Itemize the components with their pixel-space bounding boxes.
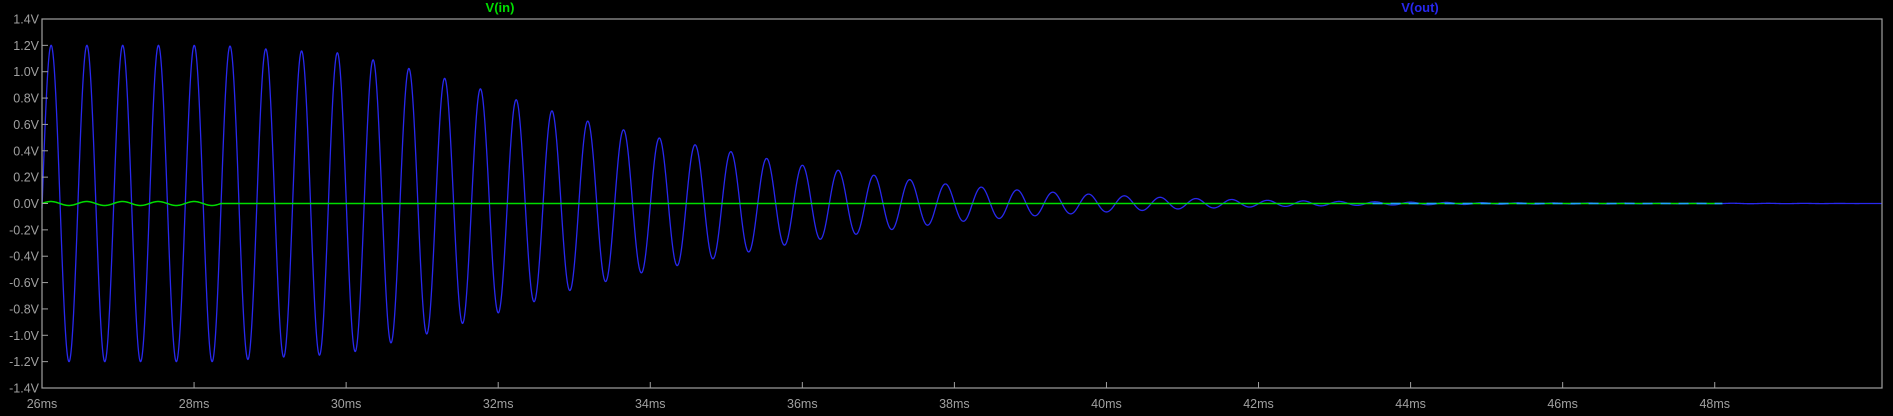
x-tick-label: 44ms <box>1395 397 1426 411</box>
y-tick-label: -0.6V <box>9 276 40 290</box>
x-tick-label: 28ms <box>179 397 210 411</box>
x-tick-label: 34ms <box>635 397 666 411</box>
y-tick-label: -0.8V <box>9 302 40 316</box>
x-tick-label: 40ms <box>1091 397 1122 411</box>
x-tick-label: 32ms <box>483 397 514 411</box>
y-tick-label: 0.6V <box>13 118 39 132</box>
waveform-viewer: 1.4V 1.2V 1.0V 0.8V 0.6V 0.4V 0.2V 0.0V -0.2V -0.… <box>0 0 1893 416</box>
legend-label-v-in[interactable]: V(in) <box>486 0 515 15</box>
x-tick-label: 38ms <box>939 397 970 411</box>
legend-label-v-out[interactable]: V(out) <box>1401 0 1439 15</box>
y-tick-label: 1.4V <box>13 13 39 27</box>
x-tick-label: 30ms <box>331 397 362 411</box>
x-tick-label: 46ms <box>1547 397 1578 411</box>
y-tick-label: -1.2V <box>9 355 40 369</box>
y-tick-label: 0.2V <box>13 171 39 185</box>
x-tick-label: 36ms <box>787 397 818 411</box>
x-tick-label: 48ms <box>1699 397 1730 411</box>
x-tick-label: 42ms <box>1243 397 1274 411</box>
y-tick-label: 1.2V <box>13 39 39 53</box>
y-tick-label: 0.4V <box>13 144 39 158</box>
y-tick-label: -0.4V <box>9 250 40 264</box>
y-tick-label: 1.0V <box>13 65 39 79</box>
y-tick-label: -0.2V <box>9 223 40 237</box>
plot-background <box>0 0 1893 416</box>
y-tick-label: -1.0V <box>9 329 40 343</box>
x-tick-label: 26ms <box>27 397 58 411</box>
y-tick-label: 0.0V <box>13 197 39 211</box>
y-tick-label: 0.8V <box>13 92 39 106</box>
y-tick-label: -1.4V <box>9 382 40 396</box>
